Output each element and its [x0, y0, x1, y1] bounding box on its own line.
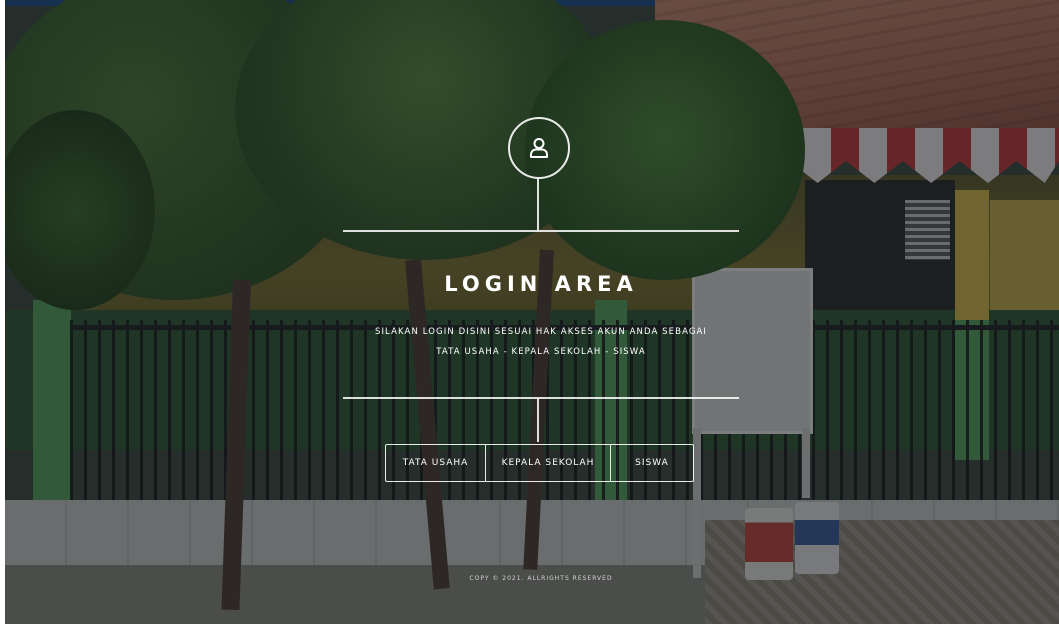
divider-bottom — [343, 397, 739, 399]
login-title: LOGIN AREA — [444, 272, 638, 296]
role-button-group: TATA USAHA KEPALA SEKOLAH SISWA — [385, 444, 694, 482]
divider-top — [343, 230, 739, 232]
login-page: LOGIN AREA SILAKAN LOGIN DISINI SESUAI H… — [5, 0, 1059, 624]
connector-line-top — [537, 178, 539, 230]
footer-copyright: COPY © 2021. ALLRIGHTS RESERVED — [469, 575, 613, 582]
login-description: SILAKAN LOGIN DISINI SESUAI HAK AKSES AK… — [335, 322, 747, 362]
login-description-line1: SILAKAN LOGIN DISINI SESUAI HAK AKSES AK… — [374, 327, 708, 337]
siswa-button[interactable]: SISWA — [610, 445, 693, 481]
dark-overlay — [5, 0, 1059, 624]
user-avatar-circle — [508, 117, 570, 179]
login-description-line2: TATA USAHA - KEPALA SEKOLAH - SISWA — [436, 347, 646, 357]
kepala-sekolah-button[interactable]: KEPALA SEKOLAH — [485, 445, 610, 481]
tata-usaha-button[interactable]: TATA USAHA — [386, 445, 485, 481]
connector-line-bottom — [537, 398, 539, 442]
user-icon — [530, 138, 548, 158]
